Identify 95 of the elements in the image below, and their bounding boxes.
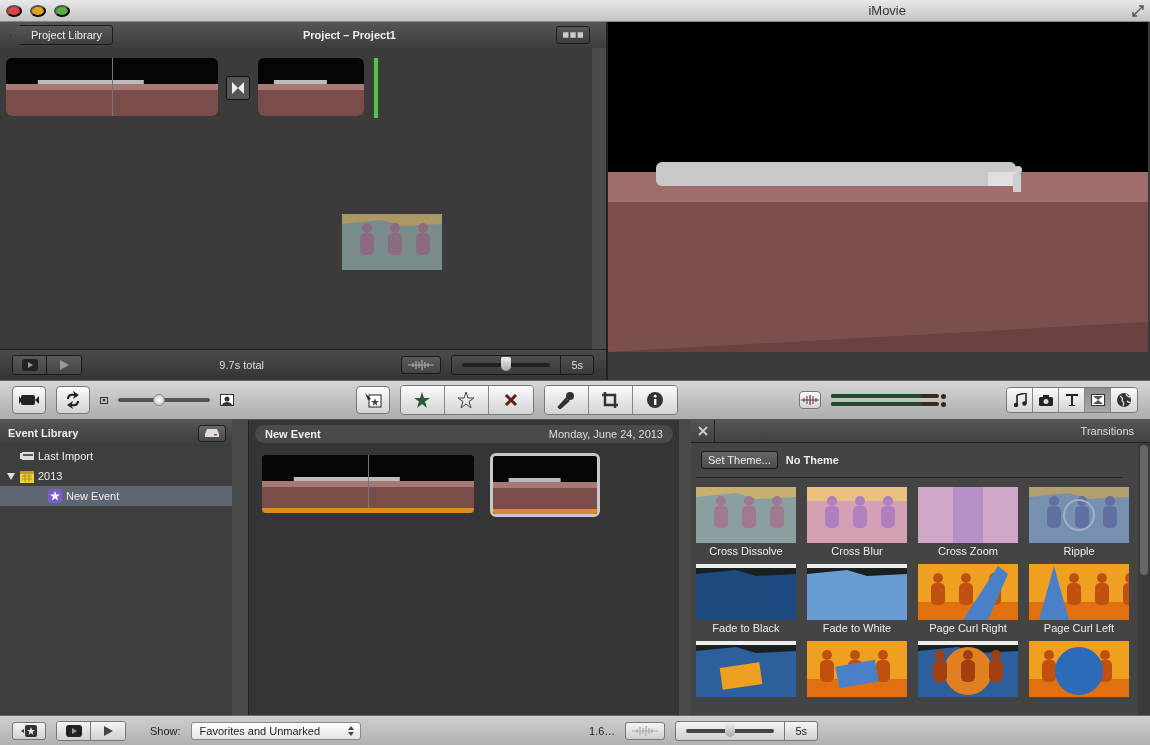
clip-stack-icon [362,391,383,409]
event-date: Monday, June 24, 2013 [548,428,663,440]
zoom-label: 5s [560,356,593,374]
favorite-button[interactable] [400,386,445,414]
zoom-button[interactable] [54,4,70,17]
microphone-icon [557,391,575,409]
library-item[interactable]: New Event [0,486,232,506]
waveform-icon [801,395,819,405]
resize-icon [1132,4,1144,17]
slider-thumb[interactable] [725,723,736,737]
back-button[interactable]: Project Library [10,25,113,45]
photos-button[interactable] [1033,388,1059,412]
swap-arrows-icon [64,391,82,409]
view-button[interactable] [556,26,590,44]
waveform-icon [632,726,659,736]
disclosure-triangle-icon[interactable] [6,472,16,480]
play-icon [59,360,69,370]
play-icon [103,726,113,736]
eject-button[interactable] [198,424,226,442]
panel-title: Event Library [8,427,79,439]
transition-label: Fade to White [822,621,892,636]
video-camera-icon [19,394,39,406]
x-icon [503,393,518,407]
transition-label: Page Curl Left [1043,621,1115,636]
panel-title: Transitions [1079,425,1135,437]
theme-name: No Theme [785,454,839,466]
duration-label: 1.6… [589,725,616,737]
library-item[interactable]: Last Import [0,446,232,466]
maps-button[interactable] [1111,388,1137,412]
slider-thumb[interactable] [153,394,166,406]
transition-label: Page Curl Right [929,621,1007,636]
item-label: 2013 [38,470,63,482]
updown-arrows-icon [347,726,354,736]
zoom-slider[interactable]: 5s [675,721,818,741]
waveform-button[interactable] [401,356,442,374]
crop-icon [601,391,619,409]
library-item[interactable]: 2013 [0,466,232,486]
play-button[interactable] [91,722,125,740]
close-icon [697,426,708,436]
small-photo-icon [100,396,108,404]
star-icon [413,391,431,409]
large-photo-icon [220,394,234,406]
music-note-icon [1012,393,1027,407]
grid-icon [563,31,583,39]
waveform-button[interactable] [625,722,666,740]
zoom-slider[interactable]: 5s [451,355,594,375]
project-title: Project – Project1 [303,29,396,41]
set-theme-button[interactable]: Set Theme... [701,451,778,469]
play-icon [65,725,82,737]
crop-button[interactable] [588,386,633,414]
play-fullscreen-button[interactable] [57,722,91,740]
transitions-icon [1090,394,1105,406]
thumbnail-size-slider[interactable] [118,394,210,406]
film-icon [20,451,34,461]
reject-button[interactable] [488,386,533,414]
transition-label: Fade to Black [712,621,780,636]
keyword-button[interactable] [12,722,46,740]
camera-icon [1038,394,1053,406]
minimize-button[interactable] [30,4,46,17]
item-label: New Event [66,490,120,502]
scrollbar-thumb[interactable] [1140,445,1148,575]
transition-label: Ripple [1063,544,1095,559]
audio-skimming-button[interactable] [799,391,821,409]
star-icon [21,725,37,737]
add-to-project-button[interactable] [355,386,390,414]
info-icon [646,392,663,408]
camera-button[interactable] [12,386,46,414]
transition-label: Cross Blur [831,544,883,559]
event-title: New Event [265,428,321,440]
filter-dropdown[interactable]: Favorites and Unmarked [190,722,361,740]
swap-button[interactable] [56,386,90,414]
unmark-button[interactable] [444,386,489,414]
window-title: iMovie [867,3,907,18]
transitions-button[interactable] [1085,388,1111,412]
close-button[interactable] [6,4,22,17]
drive-icon [205,429,219,437]
voiceover-button[interactable] [544,386,589,414]
duration-label: 9.7s total [218,359,265,371]
info-button[interactable] [632,386,677,414]
transition-icon[interactable] [226,76,250,100]
transition-label: Cross Zoom [938,544,998,559]
star-icon [48,489,62,503]
calendar-icon [20,469,34,483]
item-label: Last Import [38,450,94,462]
star-outline-icon [457,391,475,409]
titles-button[interactable] [1059,388,1085,412]
play-icon [21,359,38,371]
slider-thumb[interactable] [501,357,512,371]
globe-icon [1117,393,1131,407]
show-label: Show: [150,725,181,737]
waveform-icon [408,360,435,370]
zoom-label: 5s [784,722,817,740]
title-icon [1065,394,1078,406]
music-button[interactable] [1007,388,1033,412]
transition-label: Cross Dissolve [709,544,783,559]
